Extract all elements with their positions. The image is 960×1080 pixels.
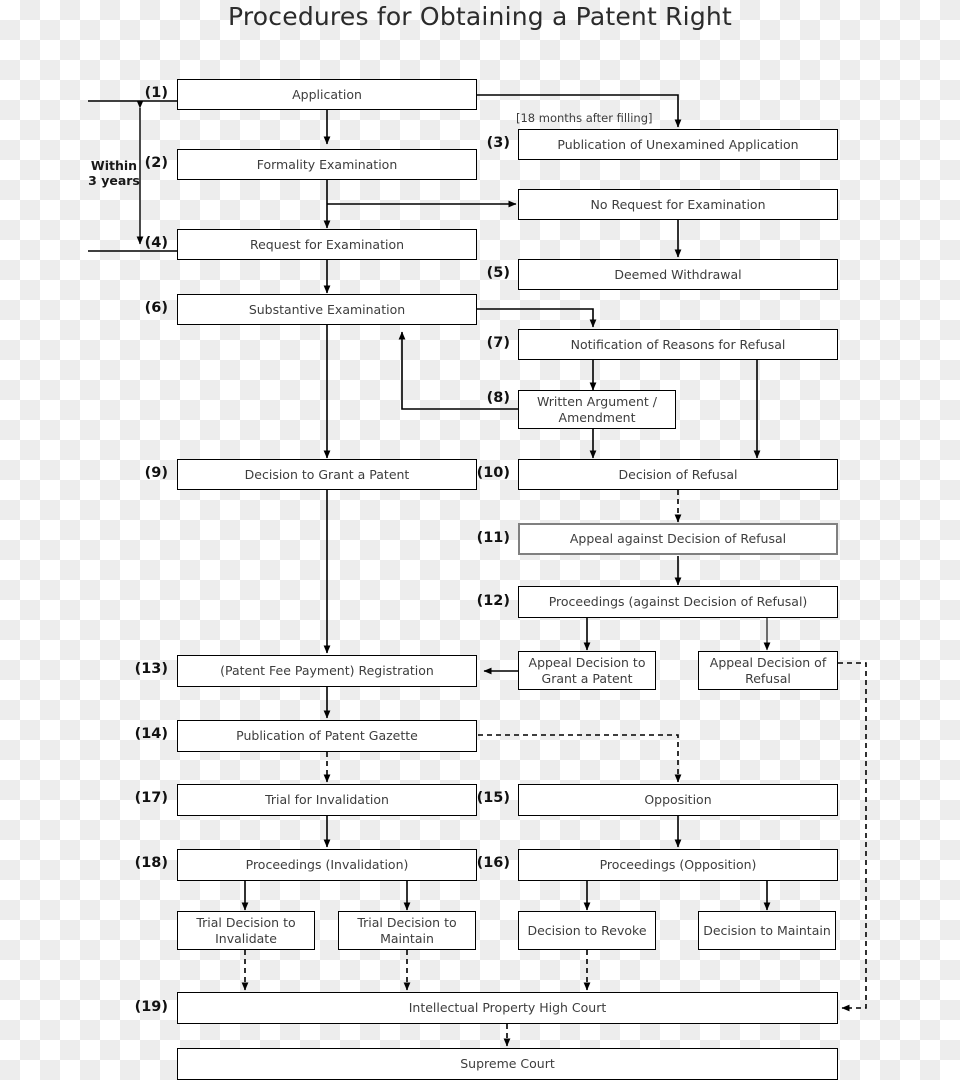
node-intellectual-property-high-court[interactable]: Intellectual Property High Court	[177, 992, 838, 1024]
node-supreme-court[interactable]: Supreme Court	[177, 1048, 838, 1080]
flowchart-canvas: Procedures for Obtaining a Patent Right	[0, 0, 960, 1080]
step-number-11: (11)	[476, 530, 510, 546]
step-number-2: (2)	[144, 155, 168, 171]
node-proceedings-opposition[interactable]: Proceedings (Opposition)	[518, 849, 838, 881]
node-decision-to-grant-patent[interactable]: Decision to Grant a Patent	[177, 459, 477, 490]
node-trial-decision-to-invalidate[interactable]: Trial Decision to Invalidate	[177, 911, 315, 950]
node-substantive-examination[interactable]: Substantive Examination	[177, 294, 477, 325]
step-number-12: (12)	[476, 593, 510, 609]
step-number-6: (6)	[144, 300, 168, 316]
node-notification-reasons-refusal[interactable]: Notification of Reasons for Refusal	[518, 329, 838, 360]
node-trial-for-invalidation[interactable]: Trial for Invalidation	[177, 784, 477, 816]
node-request-for-examination[interactable]: Request for Examination	[177, 229, 477, 260]
node-proceedings-invalidation[interactable]: Proceedings (Invalidation)	[177, 849, 477, 881]
edge-appealrefusal-ipcourt	[838, 662, 867, 1012]
edge-gazette-opposition	[478, 734, 682, 783]
publication-delay-annotation: [18 months after filling]	[516, 111, 653, 125]
step-number-18: (18)	[134, 855, 168, 871]
node-proceedings-against-decision-of-refusal[interactable]: Proceedings (against Decision of Refusal…	[518, 586, 838, 618]
node-formality-examination[interactable]: Formality Examination	[177, 149, 477, 180]
step-number-8: (8)	[486, 390, 510, 406]
page-title: Procedures for Obtaining a Patent Right	[228, 2, 732, 31]
step-number-17: (17)	[134, 790, 168, 806]
node-deemed-withdrawal[interactable]: Deemed Withdrawal	[518, 259, 838, 290]
node-written-argument-amendment[interactable]: Written Argument / Amendment	[518, 390, 676, 429]
node-decision-to-maintain[interactable]: Decision to Maintain	[698, 911, 836, 950]
node-publication-unexamined-application[interactable]: Publication of Unexamined Application	[518, 129, 838, 160]
step-number-14: (14)	[134, 726, 168, 742]
edge-substantive-notification	[477, 308, 597, 328]
step-number-13: (13)	[134, 661, 168, 677]
node-application[interactable]: Application	[177, 79, 477, 110]
step-number-7: (7)	[486, 335, 510, 351]
node-no-request-for-examination[interactable]: No Request for Examination	[518, 189, 838, 220]
node-appeal-against-decision-of-refusal[interactable]: Appeal against Decision of Refusal	[518, 523, 838, 555]
step-number-4: (4)	[144, 235, 168, 251]
node-opposition[interactable]: Opposition	[518, 784, 838, 816]
node-trial-decision-to-maintain[interactable]: Trial Decision to Maintain	[338, 911, 476, 950]
node-registration[interactable]: (Patent Fee Payment) Registration	[177, 655, 477, 687]
step-number-1: (1)	[144, 85, 168, 101]
step-number-9: (9)	[144, 465, 168, 481]
node-decision-of-refusal[interactable]: Decision of Refusal	[518, 459, 838, 490]
node-decision-to-revoke[interactable]: Decision to Revoke	[518, 911, 656, 950]
node-appeal-decision-of-refusal[interactable]: Appeal Decision of Refusal	[698, 651, 838, 690]
step-number-19: (19)	[134, 999, 168, 1015]
step-number-5: (5)	[486, 265, 510, 281]
node-appeal-decision-to-grant-patent[interactable]: Appeal Decision to Grant a Patent	[518, 651, 656, 690]
node-publication-patent-gazette[interactable]: Publication of Patent Gazette	[177, 720, 477, 752]
